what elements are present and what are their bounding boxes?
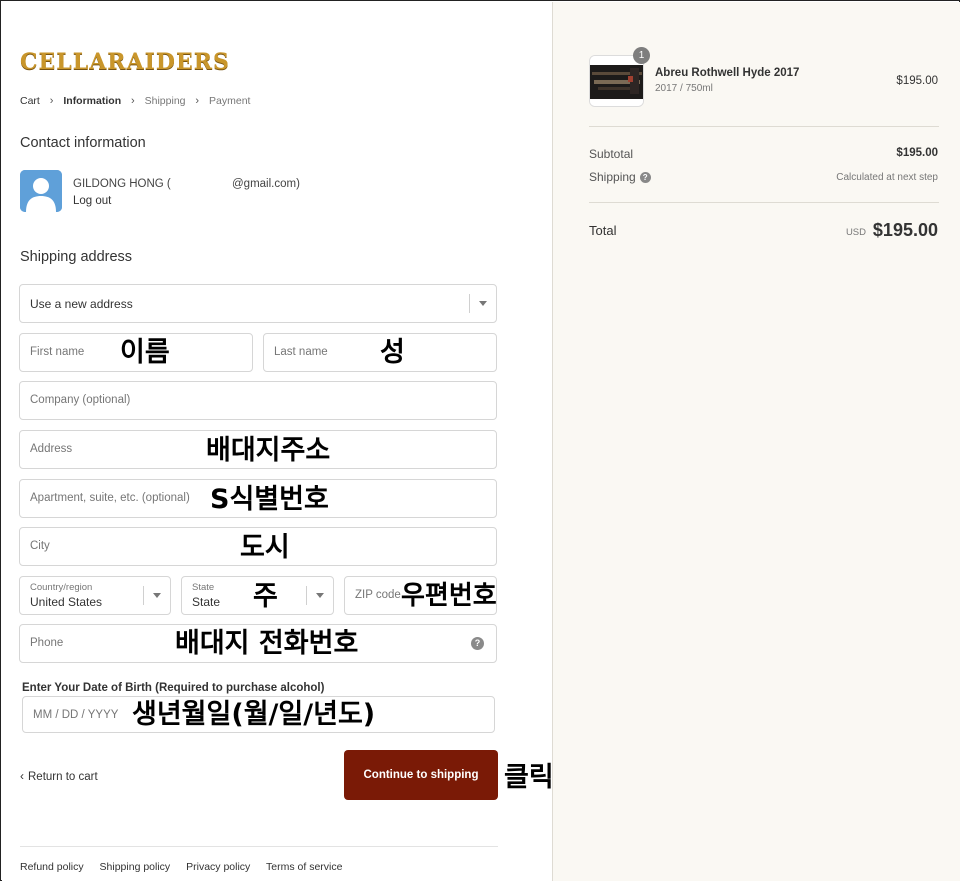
shipping-summary-value: Calculated at next step (836, 172, 938, 183)
last-name-placeholder: Last name (274, 346, 328, 358)
saved-address-select[interactable]: Use a new address (19, 284, 497, 323)
dropdown-divider (143, 586, 144, 605)
logo-text: CELLARAIDERS (20, 49, 230, 75)
dropdown-divider (306, 586, 307, 605)
summary-divider (589, 202, 939, 203)
contact-name: GILDONG HONG ( (73, 178, 171, 190)
total-label: Total (589, 223, 617, 238)
breadcrumb-shipping: Shipping (144, 95, 186, 108)
annotation-last-name: 성 (380, 337, 405, 368)
annotation-city: 도시 (240, 532, 290, 563)
breadcrumb-information: Information (63, 95, 122, 108)
annotation-dob: 생년월일(월/일/년도) (132, 699, 376, 730)
help-icon[interactable]: ? (471, 637, 484, 650)
annotation-state: 주 (253, 581, 278, 612)
chevron-down-icon (153, 593, 161, 598)
contact-section-title: Contact information (20, 135, 146, 151)
breadcrumb: Cart › Information › Shipping › Payment (20, 95, 250, 107)
quantity-badge: 1 (633, 47, 650, 64)
refund-policy-link[interactable]: Refund policy (20, 861, 84, 873)
avatar (20, 170, 62, 212)
page-frame: CELLARAIDERS Cart › Information › Shippi… (0, 0, 960, 881)
company-placeholder: Company (optional) (30, 394, 131, 406)
state-label: State (192, 582, 215, 593)
store-logo[interactable]: CELLARAIDERS (20, 42, 234, 82)
dob-placeholder: MM / DD / YYYY (33, 709, 119, 721)
chevron-down-icon (316, 593, 324, 598)
chevron-down-icon (479, 301, 487, 306)
return-to-cart-link[interactable]: ‹ Return to cart (20, 769, 98, 783)
annotation-apartment: S식별번호 (210, 484, 329, 515)
subtotal-label: Subtotal (589, 147, 634, 161)
product-variant: 2017 / 750ml (655, 83, 713, 94)
annotation-phone: 배대지 전화번호 (175, 628, 359, 659)
order-summary: 1 Abreu Rothwell Hyde 2017 2017 / 750ml … (552, 2, 960, 881)
chevron-right-icon: › (131, 95, 135, 108)
chevron-right-icon: › (195, 95, 200, 108)
footer-divider (20, 846, 498, 847)
shipping-label-text: Shipping (589, 170, 636, 184)
footer-links: Refund policy Shipping policy Privacy po… (20, 861, 355, 873)
city-placeholder: City (30, 540, 50, 552)
total-value: $195.00 (872, 220, 938, 240)
country-value: United States (30, 595, 103, 609)
help-icon[interactable]: ? (639, 172, 651, 184)
checkout-main: CELLARAIDERS Cart › Information › Shippi… (2, 2, 554, 881)
summary-divider (589, 126, 939, 127)
state-value: State (192, 595, 221, 609)
privacy-policy-link[interactable]: Privacy policy (186, 861, 250, 873)
user-icon (20, 170, 62, 212)
chevron-left-icon: ‹ (20, 769, 24, 783)
annotation-click: 클릭 (504, 762, 554, 793)
country-label: Country/region (30, 582, 93, 593)
zip-placeholder: ZIP code (355, 589, 401, 601)
return-label: Return to cart (28, 771, 98, 783)
annotation-address: 배대지주소 (206, 435, 331, 466)
dropdown-divider (469, 294, 470, 313)
shipping-summary-label: Shipping? (589, 170, 651, 184)
annotation-zip: 우편번호 (401, 581, 497, 611)
phone-placeholder: Phone (30, 637, 64, 649)
country-select[interactable]: Country/region United States (19, 576, 171, 615)
product-image (590, 56, 643, 106)
saved-address-value: Use a new address (30, 297, 133, 311)
terms-of-service-link[interactable]: Terms of service (266, 861, 342, 873)
shipping-section-title: Shipping address (20, 249, 133, 265)
address-placeholder: Address (30, 443, 73, 455)
breadcrumb-cart[interactable]: Cart (20, 95, 40, 107)
shipping-policy-link[interactable]: Shipping policy (100, 861, 171, 873)
contact-email: @gmail.com) (232, 178, 300, 190)
breadcrumb-payment: Payment (209, 95, 251, 108)
product-name: Abreu Rothwell Hyde 2017 (655, 67, 800, 79)
first-name-placeholder: First name (30, 346, 85, 358)
product-price: $195.00 (896, 75, 938, 87)
dob-label: Enter Your Date of Birth (Required to pu… (22, 682, 325, 694)
annotation-first-name: 이름 (120, 337, 170, 368)
product-thumbnail (589, 55, 644, 107)
continue-to-shipping-button[interactable]: Continue to shipping (344, 750, 498, 800)
total-currency: USD (845, 227, 866, 238)
apartment-placeholder: Apartment, suite, etc. (optional) (30, 492, 190, 504)
subtotal-value: $195.00 (896, 147, 938, 159)
chevron-right-icon: › (49, 95, 54, 108)
company-input[interactable]: Company (optional) (19, 381, 497, 420)
logout-link[interactable]: Log out (73, 195, 111, 207)
